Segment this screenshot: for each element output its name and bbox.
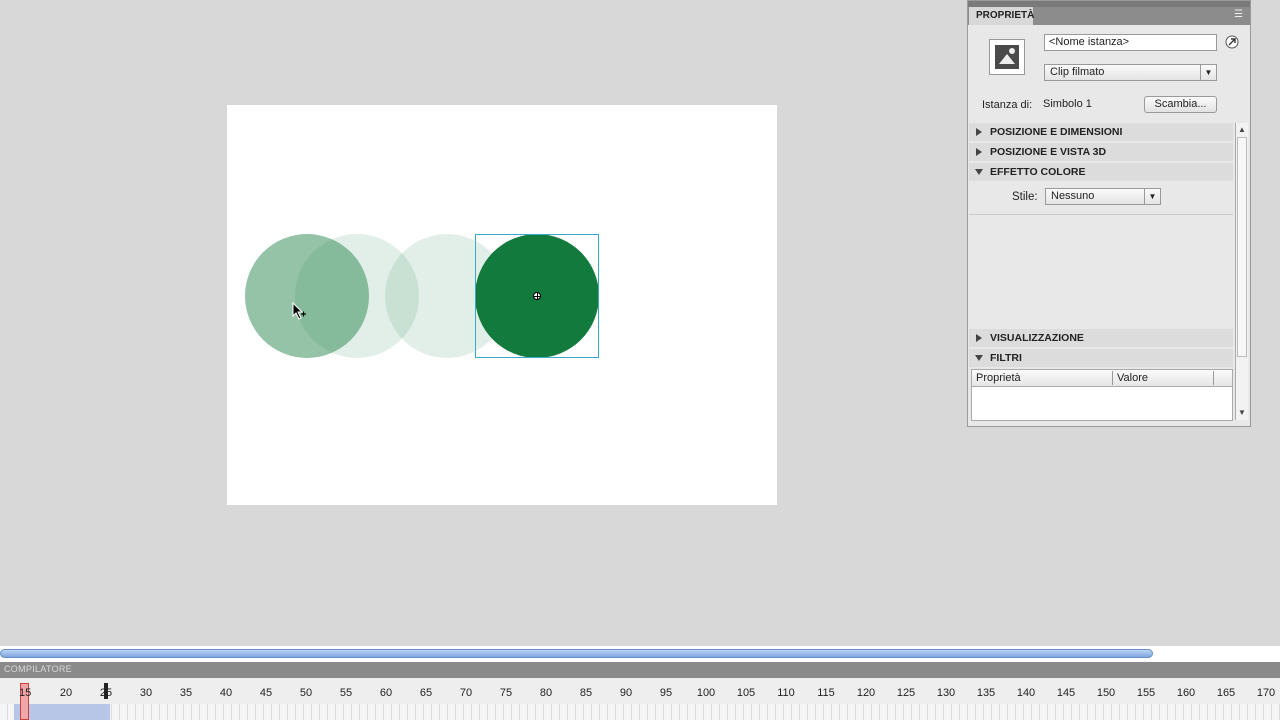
frame-tick-label: 170 xyxy=(1256,687,1276,699)
frame-tick-label: 165 xyxy=(1216,687,1236,699)
instance-name-field[interactable]: <Nome istanza> xyxy=(1044,34,1217,51)
filters-table-header: Proprietà Valore xyxy=(971,369,1233,387)
collapse-icon xyxy=(975,355,983,361)
section-position-3d[interactable]: POSIZIONE E VISTA 3D xyxy=(969,143,1233,161)
frame-tick-label: 95 xyxy=(659,687,673,699)
section-position-size[interactable]: POSIZIONE E DIMENSIONI xyxy=(969,123,1233,141)
filters-table-body[interactable] xyxy=(971,387,1233,421)
column-divider xyxy=(1213,371,1214,385)
frame-tick-label: 25 xyxy=(99,687,113,699)
column-divider xyxy=(1112,371,1113,385)
section-color-effect[interactable]: EFFETTO COLORE xyxy=(969,163,1233,181)
swap-button[interactable]: Scambia... xyxy=(1144,96,1217,113)
symbol-type-value: Clip filmato xyxy=(1050,66,1105,78)
frame-tick-label: 105 xyxy=(736,687,756,699)
symbol-type-select[interactable]: Clip filmato ▼ xyxy=(1044,64,1217,81)
cursor-icon xyxy=(292,302,306,320)
chevron-down-icon: ▼ xyxy=(1200,65,1216,80)
expand-icon xyxy=(976,148,982,156)
collapse-icon xyxy=(975,169,983,175)
frame-tick-label: 85 xyxy=(579,687,593,699)
column-header-value[interactable]: Valore xyxy=(1117,372,1148,384)
frame-tick-label: 110 xyxy=(777,687,795,699)
section-label: EFFETTO COLORE xyxy=(990,166,1086,178)
scroll-up-icon[interactable]: ▲ xyxy=(1238,125,1246,134)
panel-scrollbar[interactable]: ▲ ▼ xyxy=(1235,123,1248,420)
frame-tick-label: 155 xyxy=(1136,687,1156,699)
section-label: VISUALIZZAZIONE xyxy=(990,332,1084,344)
registration-point-icon xyxy=(533,292,541,300)
divider xyxy=(969,214,1233,215)
frame-tick-label: 35 xyxy=(179,687,193,699)
link-icon[interactable] xyxy=(1225,35,1239,49)
expand-icon xyxy=(976,128,982,136)
horizontal-scrollbar-thumb[interactable] xyxy=(0,649,1153,658)
scroll-thumb[interactable] xyxy=(1237,137,1247,357)
section-label: POSIZIONE E DIMENSIONI xyxy=(990,126,1123,138)
frame-tick-label: 90 xyxy=(619,687,633,699)
section-label: POSIZIONE E VISTA 3D xyxy=(990,146,1107,158)
section-label: FILTRI xyxy=(990,352,1022,364)
onion-skin-circle-1 xyxy=(245,234,369,358)
expand-icon xyxy=(976,334,982,342)
style-label: Stile: xyxy=(1012,191,1038,203)
frame-tick-label: 75 xyxy=(499,687,513,699)
frame-tick-label: 70 xyxy=(459,687,473,699)
frame-tick-label: 120 xyxy=(856,687,876,699)
frame-tick-label: 65 xyxy=(419,687,433,699)
frame-tick-label: 45 xyxy=(259,687,273,699)
tab-properties[interactable]: PROPRIETÀ xyxy=(969,7,1034,25)
scroll-down-icon[interactable]: ▼ xyxy=(1238,408,1246,417)
frame-tick-label: 100 xyxy=(696,687,716,699)
frame-tick-label: 150 xyxy=(1096,687,1116,699)
timeline-panel-label[interactable]: COMPILATORE xyxy=(4,664,72,674)
timeline-frames[interactable] xyxy=(0,704,1280,720)
frame-tick-label: 40 xyxy=(219,687,233,699)
frame-tick-label: 20 xyxy=(59,687,73,699)
frame-tick-label: 80 xyxy=(539,687,553,699)
frame-tick-label: 55 xyxy=(339,687,353,699)
color-style-value: Nessuno xyxy=(1051,190,1095,202)
frame-tick-label: 50 xyxy=(299,687,313,699)
frame-tick-label: 60 xyxy=(379,687,393,699)
properties-panel: PROPRIETÀ ☰ <Nome istanza> Clip filmato … xyxy=(967,0,1251,427)
timeline-header xyxy=(0,662,1280,678)
section-filters[interactable]: FILTRI xyxy=(969,349,1233,367)
frame-tick-label: 115 xyxy=(817,687,835,699)
frame-tick-label: 160 xyxy=(1176,687,1196,699)
stage[interactable] xyxy=(227,105,777,505)
frame-tick-label: 135 xyxy=(976,687,996,699)
frame-tick-label: 125 xyxy=(896,687,916,699)
section-display[interactable]: VISUALIZZAZIONE xyxy=(969,329,1233,347)
current-frame-label: 15 xyxy=(19,687,32,699)
frame-tick-label: 140 xyxy=(1016,687,1036,699)
instance-of-value: Simbolo 1 xyxy=(1043,98,1092,110)
column-header-property[interactable]: Proprietà xyxy=(976,372,1021,384)
frame-tick-label: 30 xyxy=(139,687,153,699)
color-style-select[interactable]: Nessuno ▼ xyxy=(1045,188,1161,205)
chevron-down-icon: ▼ xyxy=(1144,189,1160,204)
frame-tick-label: 130 xyxy=(936,687,956,699)
frame-tick-label: 145 xyxy=(1056,687,1076,699)
movie-clip-symbol-icon xyxy=(989,39,1025,75)
panel-menu-icon[interactable]: ☰ xyxy=(1234,10,1246,21)
instance-of-label: Istanza di: xyxy=(982,99,1033,111)
